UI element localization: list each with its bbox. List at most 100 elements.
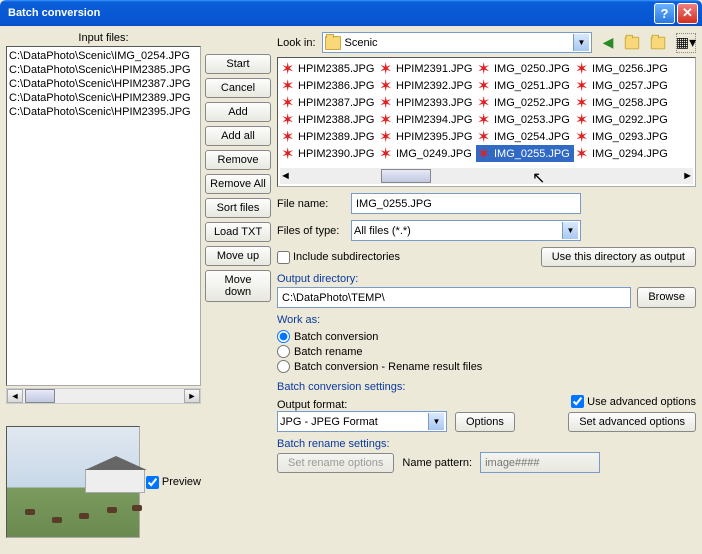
image-file-icon (576, 130, 590, 144)
input-files-list[interactable]: C:\DataPhoto\Scenic\IMG_0254.JPGC:\DataP… (6, 46, 201, 386)
workas-radio[interactable]: Batch rename (277, 345, 696, 358)
cancel-button[interactable]: Cancel (205, 78, 271, 98)
help-button[interactable]: ? (654, 3, 675, 24)
scroll-thumb[interactable] (381, 169, 431, 183)
file-item[interactable]: HPIM2385.JPG (280, 60, 378, 77)
output-dir-title: Output directory: (277, 273, 696, 285)
add-all-button[interactable]: Add all (205, 126, 271, 146)
file-item[interactable]: HPIM2394.JPG (378, 111, 476, 128)
up-folder-icon[interactable] (624, 33, 644, 53)
preview-checkbox[interactable]: Preview (146, 476, 201, 489)
remove-button[interactable]: Remove (205, 150, 271, 170)
input-files-hscroll[interactable]: ◄ ► (6, 388, 201, 404)
file-item[interactable]: HPIM2395.JPG (378, 128, 476, 145)
file-item[interactable]: HPIM2389.JPG (280, 128, 378, 145)
move-up-button[interactable]: Move up (205, 246, 271, 266)
workas-radio[interactable]: Batch conversion (277, 330, 696, 343)
scroll-right-icon[interactable]: ► (184, 389, 200, 403)
browser-hscroll[interactable]: ◄ ► (280, 168, 693, 184)
image-file-icon (478, 130, 492, 144)
scroll-left-icon[interactable]: ◄ (7, 389, 23, 403)
input-files-label: Input files: (6, 32, 201, 44)
load-txt-button[interactable]: Load TXT (205, 222, 271, 242)
file-item[interactable]: HPIM2393.JPG (378, 94, 476, 111)
image-file-icon (576, 79, 590, 93)
file-browser[interactable]: HPIM2385.JPGHPIM2386.JPGHPIM2387.JPGHPIM… (277, 57, 696, 187)
file-item[interactable]: IMG_0294.JPG (574, 145, 672, 162)
file-item[interactable]: IMG_0255.JPG (476, 145, 574, 162)
set-rename-button: Set rename options (277, 453, 394, 473)
image-file-icon (282, 130, 296, 144)
include-subdirs-checkbox[interactable]: Include subdirectories (277, 251, 400, 264)
chevron-down-icon[interactable]: ▼ (573, 34, 589, 51)
output-format-combo[interactable]: JPG - JPEG Format ▼ (277, 411, 447, 432)
filetype-label: Files of type: (277, 225, 345, 237)
use-advanced-checkbox[interactable]: Use advanced options (571, 395, 696, 408)
file-item[interactable]: HPIM2388.JPG (280, 111, 378, 128)
workas-radio[interactable]: Batch conversion - Rename result files (277, 360, 696, 373)
start-button[interactable]: Start (205, 54, 271, 74)
output-format-label: Output format: (277, 399, 447, 411)
lookin-combo[interactable]: Scenic ▼ (322, 32, 592, 53)
list-item[interactable]: C:\DataPhoto\Scenic\HPIM2389.JPG (9, 91, 198, 105)
image-file-icon (576, 96, 590, 110)
file-item[interactable]: IMG_0254.JPG (476, 128, 574, 145)
image-file-icon (380, 96, 394, 110)
chevron-down-icon[interactable]: ▼ (562, 222, 578, 239)
use-directory-output-button[interactable]: Use this directory as output (541, 247, 696, 267)
scroll-thumb[interactable] (25, 389, 55, 403)
file-item[interactable]: IMG_0253.JPG (476, 111, 574, 128)
brs-title: Batch rename settings: (277, 438, 696, 450)
image-file-icon (478, 113, 492, 127)
image-file-icon (576, 113, 590, 127)
titlebar: Batch conversion ? ✕ (0, 0, 702, 26)
file-item[interactable]: IMG_0258.JPG (574, 94, 672, 111)
back-icon[interactable]: ◀ (598, 33, 618, 53)
file-item[interactable]: HPIM2386.JPG (280, 77, 378, 94)
sort-files-button[interactable]: Sort files (205, 198, 271, 218)
image-file-icon (478, 62, 492, 76)
list-item[interactable]: C:\DataPhoto\Scenic\HPIM2395.JPG (9, 105, 198, 119)
move-down-button[interactable]: Move down (205, 270, 271, 302)
file-item[interactable]: HPIM2390.JPG (280, 145, 378, 162)
list-item[interactable]: C:\DataPhoto\Scenic\HPIM2387.JPG (9, 77, 198, 91)
list-item[interactable]: C:\DataPhoto\Scenic\IMG_0254.JPG (9, 49, 198, 63)
file-item[interactable]: IMG_0257.JPG (574, 77, 672, 94)
image-file-icon (478, 79, 492, 93)
output-dir-input[interactable] (277, 287, 631, 308)
image-file-icon (478, 96, 492, 110)
new-folder-icon[interactable] (650, 33, 670, 53)
image-file-icon (282, 79, 296, 93)
filename-label: File name: (277, 198, 345, 210)
remove-all-button[interactable]: Remove All (205, 174, 271, 194)
filetype-combo[interactable]: All files (*.*) ▼ (351, 220, 581, 241)
file-item[interactable]: IMG_0293.JPG (574, 128, 672, 145)
folder-icon (325, 36, 341, 50)
work-as-title: Work as: (277, 314, 696, 326)
image-file-icon (282, 96, 296, 110)
browse-button[interactable]: Browse (637, 287, 696, 308)
add-button[interactable]: Add (205, 102, 271, 122)
file-item[interactable]: IMG_0251.JPG (476, 77, 574, 94)
views-icon[interactable]: ▦▾ (676, 33, 696, 53)
file-item[interactable]: HPIM2387.JPG (280, 94, 378, 111)
close-button[interactable]: ✕ (677, 3, 698, 24)
file-item[interactable]: IMG_0249.JPG (378, 145, 476, 162)
file-item[interactable]: IMG_0256.JPG (574, 60, 672, 77)
scroll-right-icon[interactable]: ► (682, 170, 693, 182)
file-item[interactable]: IMG_0252.JPG (476, 94, 574, 111)
scroll-left-icon[interactable]: ◄ (280, 170, 291, 182)
file-item[interactable]: IMG_0292.JPG (574, 111, 672, 128)
image-file-icon (576, 147, 590, 161)
filename-input[interactable] (351, 193, 581, 214)
file-item[interactable]: HPIM2392.JPG (378, 77, 476, 94)
file-item[interactable]: HPIM2391.JPG (378, 60, 476, 77)
list-item[interactable]: C:\DataPhoto\Scenic\HPIM2385.JPG (9, 63, 198, 77)
image-file-icon (282, 113, 296, 127)
set-advanced-button[interactable]: Set advanced options (568, 412, 696, 432)
lookin-label: Look in: (277, 37, 316, 49)
image-file-icon (380, 113, 394, 127)
file-item[interactable]: IMG_0250.JPG (476, 60, 574, 77)
chevron-down-icon[interactable]: ▼ (428, 413, 444, 430)
options-button[interactable]: Options (455, 412, 515, 432)
